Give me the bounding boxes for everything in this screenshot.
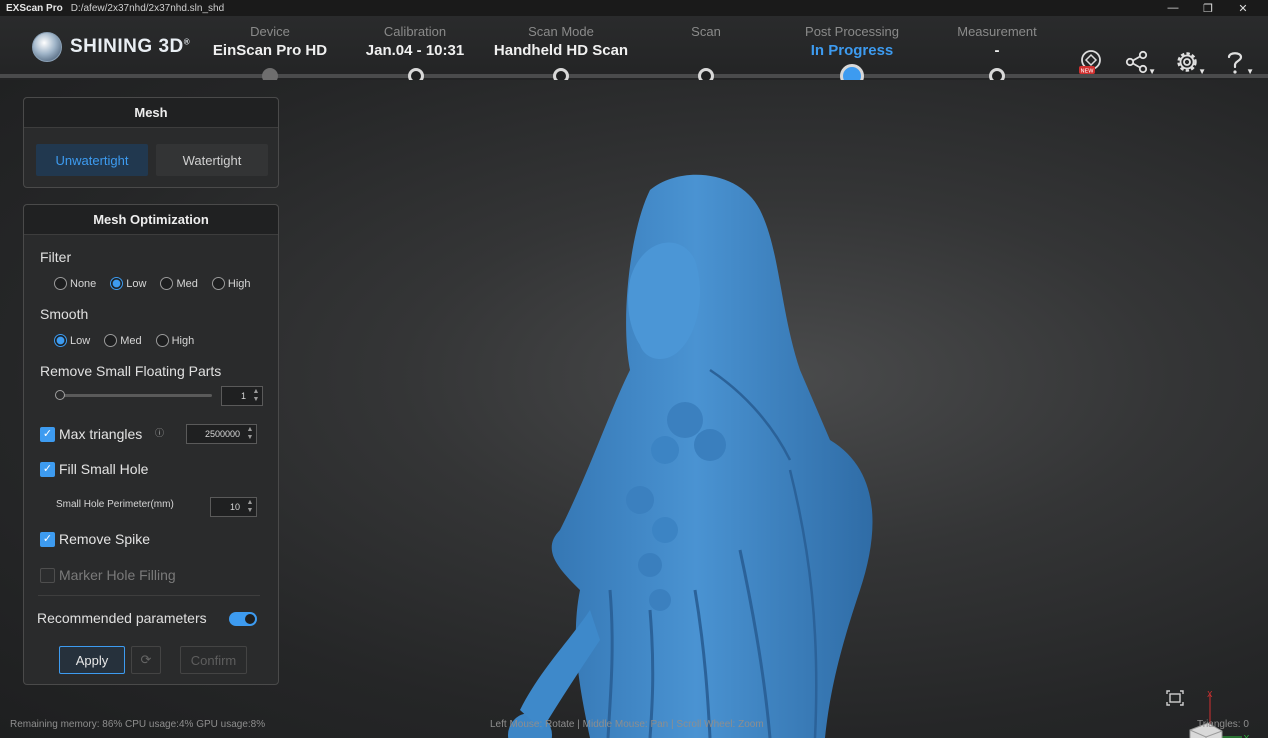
remove-spike-label: Remove Spike xyxy=(59,531,151,547)
step-measurement[interactable]: Measurement - xyxy=(922,24,1072,59)
mesh-optimization-panel: Mesh Optimization Filter None Low Med Hi… xyxy=(23,204,279,685)
filter-high-radio[interactable]: High xyxy=(211,277,251,290)
fill-small-hole-checkbox[interactable]: ✓ xyxy=(40,462,55,477)
orientation-gizmo[interactable]: X Y xyxy=(1180,685,1260,738)
step-value: EinScan Pro HD xyxy=(212,42,328,59)
mesh-optimization-title: Mesh Optimization xyxy=(24,205,278,235)
progress-track xyxy=(0,74,1268,78)
watertight-option[interactable]: Watertight xyxy=(156,144,268,176)
filter-none-radio[interactable]: None xyxy=(54,277,96,290)
info-icon[interactable]: ⓘ xyxy=(155,426,164,439)
step-value: - xyxy=(994,42,1000,59)
share-icon xyxy=(1125,50,1148,74)
recommended-parameters-toggle[interactable] xyxy=(229,612,257,626)
stepper-arrows-icon[interactable]: ▲ ▼ xyxy=(250,388,262,404)
floating-parts-stepper[interactable]: 1 ▲ ▼ xyxy=(221,386,263,406)
mesh-panel-title: Mesh xyxy=(24,98,278,128)
smooth-high-radio[interactable]: High xyxy=(155,334,194,347)
mouse-hint: Left Mouse: Rotate | Middle Mouse: Pan |… xyxy=(490,719,764,730)
apply-button[interactable]: Apply xyxy=(59,646,125,674)
step-calibration[interactable]: Calibration Jan.04 - 10:31 xyxy=(340,24,490,59)
step-caption: Measurement xyxy=(957,24,1037,39)
registered-mark: ® xyxy=(183,37,191,47)
header: SHINING 3D® Device EinScan Pro HD Calibr… xyxy=(0,16,1268,80)
step-value: In Progress xyxy=(810,42,894,59)
smooth-low-radio[interactable]: Low xyxy=(54,334,90,347)
hole-perimeter-stepper[interactable]: 10 ▲ ▼ xyxy=(210,497,257,517)
system-status: Remaining memory: 86% CPU usage:4% GPU u… xyxy=(10,719,266,730)
step-device[interactable]: Device EinScan Pro HD xyxy=(195,24,345,59)
floating-parts-label: Remove Small Floating Parts xyxy=(40,363,222,379)
fill-small-hole-label: Fill Small Hole xyxy=(59,461,149,477)
step-caption: Scan xyxy=(691,24,721,39)
recommended-parameters-label: Recommended parameters xyxy=(37,610,207,626)
new-feature-icon: NEW xyxy=(1079,50,1101,75)
app-name: EXScan Pro xyxy=(6,2,63,14)
max-triangles-stepper[interactable]: 2500000 ▲ ▼ xyxy=(186,424,257,444)
step-scan[interactable]: Scan xyxy=(631,24,781,42)
close-button[interactable]: ✕ xyxy=(1228,0,1258,16)
smooth-label: Smooth xyxy=(40,306,89,322)
gear-icon xyxy=(1177,52,1197,72)
floating-parts-slider-track[interactable] xyxy=(58,394,212,397)
filter-radio-group: None Low Med High xyxy=(54,277,251,290)
step-caption: Scan Mode xyxy=(528,24,594,39)
smooth-radio-group: Low Med High xyxy=(54,334,194,347)
statue-model[interactable] xyxy=(480,170,900,738)
marker-hole-filling-label: Marker Hole Filling xyxy=(59,567,176,583)
step-post-processing[interactable]: Post Processing In Progress xyxy=(777,24,927,59)
max-triangles-label: Max triangles xyxy=(59,426,143,442)
stepper-arrows-icon[interactable]: ▲ ▼ xyxy=(244,426,256,442)
step-value: Jan.04 - 10:31 xyxy=(365,42,465,59)
maximize-button[interactable]: ❐ xyxy=(1193,0,1223,16)
filter-label: Filter xyxy=(40,249,72,265)
remove-spike-checkbox[interactable]: ✓ xyxy=(40,532,55,547)
step-scan-mode[interactable]: Scan Mode Handheld HD Scan xyxy=(486,24,636,59)
fit-view-icon[interactable] xyxy=(1166,690,1184,706)
logo: SHINING 3D® xyxy=(32,32,190,62)
unwatertight-option[interactable]: Unwatertight xyxy=(36,144,148,176)
divider xyxy=(38,595,260,596)
confirm-button[interactable]: Confirm xyxy=(180,646,247,674)
help-icon xyxy=(1227,52,1243,74)
axis-y-label: Y xyxy=(1243,734,1249,738)
floating-parts-slider-handle[interactable] xyxy=(55,390,65,400)
logo-icon xyxy=(32,32,62,62)
project-path: D:/afew/2x37nhd/2x37nhd.sln_shd xyxy=(70,2,225,14)
floating-parts-value: 1 xyxy=(240,391,246,401)
axis-x-label: X xyxy=(1207,690,1213,699)
hole-perimeter-value: 10 xyxy=(229,502,240,512)
hole-perimeter-label: Small Hole Perimeter(mm) xyxy=(56,499,174,510)
step-caption: Device xyxy=(250,24,290,39)
minimize-button[interactable]: — xyxy=(1158,0,1188,16)
stepper-arrows-icon[interactable]: ▲ ▼ xyxy=(244,499,256,515)
max-triangles-value: 2500000 xyxy=(204,429,240,439)
filter-low-radio[interactable]: Low xyxy=(110,277,146,290)
filter-med-radio[interactable]: Med xyxy=(160,277,198,290)
logo-text: SHINING 3D xyxy=(70,36,184,57)
step-caption: Calibration xyxy=(383,24,447,39)
max-triangles-checkbox[interactable]: ✓ xyxy=(40,427,55,442)
title-bar: EXScan Pro D:/afew/2x37nhd/2x37nhd.sln_s… xyxy=(0,0,1268,16)
refresh-icon: ⟳ xyxy=(140,652,152,667)
mesh-panel: Mesh Unwatertight Watertight xyxy=(23,97,279,188)
step-caption: Post Processing xyxy=(805,24,899,39)
marker-hole-filling-checkbox[interactable] xyxy=(40,568,55,583)
reset-button[interactable]: ⟳ xyxy=(131,646,161,674)
step-value: Handheld HD Scan xyxy=(493,42,629,59)
smooth-med-radio[interactable]: Med xyxy=(104,334,142,347)
triangle-count: Triangles: 0 xyxy=(1197,719,1249,730)
